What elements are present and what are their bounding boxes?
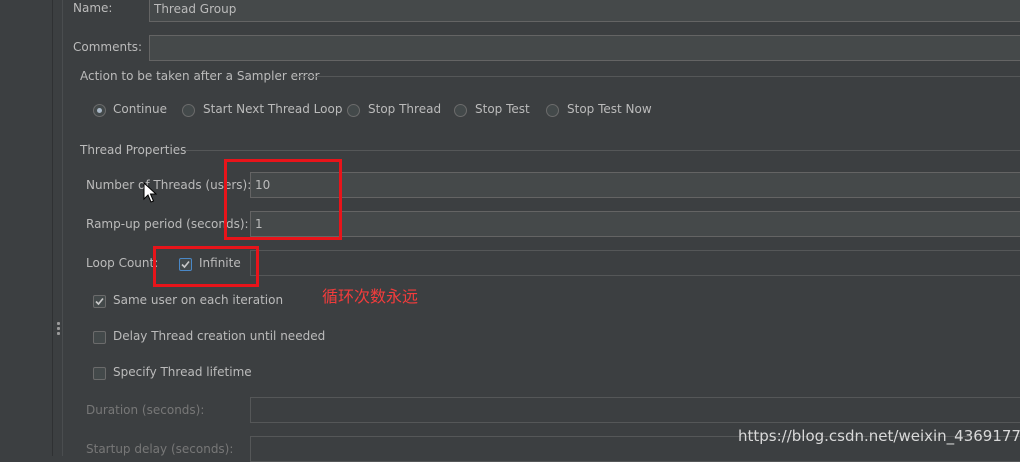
duration-field[interactable] bbox=[250, 397, 1020, 423]
duration-label: Duration (seconds): bbox=[86, 403, 205, 417]
highlight-box-infinite bbox=[153, 246, 259, 287]
same-user-checkbox[interactable] bbox=[93, 295, 106, 308]
start-next-loop-label[interactable]: Start Next Thread Loop bbox=[203, 102, 342, 116]
continue-label[interactable]: Continue bbox=[113, 102, 167, 116]
stop-test-now-label[interactable]: Stop Test Now bbox=[567, 102, 652, 116]
comments-field[interactable] bbox=[149, 35, 1020, 61]
name-label: Name: bbox=[73, 1, 113, 15]
stop-thread-label[interactable]: Stop Thread bbox=[368, 102, 441, 116]
stop-test-now-radio[interactable] bbox=[546, 104, 559, 117]
same-user-label[interactable]: Same user on each iteration bbox=[113, 293, 283, 307]
sampler-error-title: Action to be taken after a Sampler error bbox=[80, 69, 320, 83]
thread-properties-title: Thread Properties bbox=[80, 143, 187, 157]
loop-count-field[interactable] bbox=[250, 250, 1020, 276]
annotation-text: 循环次数永远 bbox=[322, 287, 419, 306]
group-divider bbox=[297, 76, 1020, 77]
mouse-cursor-icon bbox=[143, 182, 157, 203]
comments-label: Comments: bbox=[73, 40, 143, 54]
delay-creation-checkbox[interactable] bbox=[93, 331, 106, 344]
stop-test-radio[interactable] bbox=[454, 104, 467, 117]
delay-creation-label[interactable]: Delay Thread creation until needed bbox=[113, 329, 325, 343]
startup-delay-label: Startup delay (seconds): bbox=[86, 442, 234, 456]
stop-thread-radio[interactable] bbox=[347, 104, 360, 117]
num-threads-field[interactable]: 10 bbox=[250, 172, 1020, 198]
thread-group-panel: Name: Thread Group Comments: Action to b… bbox=[63, 0, 1020, 462]
name-field[interactable]: Thread Group bbox=[149, 0, 1020, 22]
loop-count-label: Loop Count: bbox=[86, 256, 159, 270]
panel-splitter[interactable] bbox=[52, 0, 63, 456]
thread-lifetime-checkbox[interactable] bbox=[93, 367, 106, 380]
continue-radio[interactable] bbox=[93, 104, 106, 117]
splitter-grip-icon[interactable] bbox=[57, 322, 60, 337]
checkmark-icon bbox=[95, 297, 104, 306]
highlight-box-threads bbox=[224, 159, 342, 240]
rampup-field[interactable]: 1 bbox=[250, 211, 1020, 237]
stop-test-label[interactable]: Stop Test bbox=[475, 102, 530, 116]
group-divider bbox=[185, 150, 1020, 151]
thread-lifetime-label[interactable]: Specify Thread lifetime bbox=[113, 365, 252, 379]
watermark-text: https://blog.csdn.net/weixin_43691773 bbox=[738, 427, 1020, 445]
start-next-loop-radio[interactable] bbox=[182, 104, 195, 117]
tree-panel bbox=[0, 0, 52, 456]
